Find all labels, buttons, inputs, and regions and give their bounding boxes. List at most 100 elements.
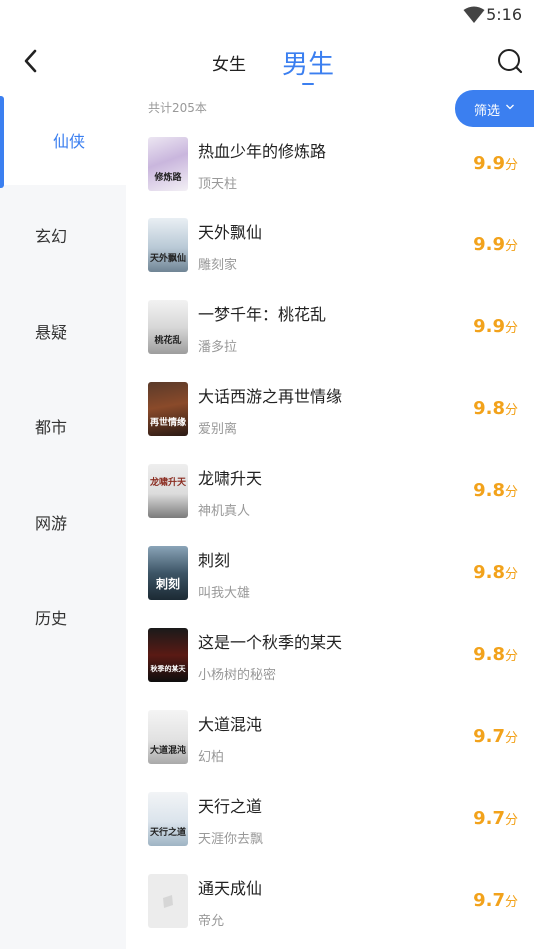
score-unit: 分 [504, 649, 518, 664]
status-bar: 5:16 [0, 0, 534, 30]
book-title: 通天成仙 [198, 879, 263, 898]
book-item[interactable]: 修炼路 热血少年的修炼路 顶天柱 9.9分 [126, 126, 534, 207]
score-value: 9.7 [473, 808, 505, 829]
active-tab-indicator [302, 83, 314, 85]
status-time: 5:16 [486, 5, 522, 24]
book-author: 小杨树的秘密 [198, 668, 277, 683]
book-cover-text: 天外飘仙 [149, 254, 186, 264]
category-sidebar: 仙侠 玄幻 悬疑 都市 网游 历史 [0, 90, 126, 949]
book-cover: 刺刻 [148, 546, 188, 600]
score-unit: 分 [504, 158, 518, 173]
top-nav: 女生 男生 [0, 30, 534, 90]
book-item[interactable]: 天外飘仙 天外飘仙 雕刻家 9.9分 [126, 207, 534, 288]
book-title: 大道混沌 [198, 715, 263, 734]
book-title: 这是一个秋季的某天 [198, 633, 343, 652]
back-icon[interactable] [18, 46, 44, 76]
chevron-down-icon [506, 104, 514, 110]
book-item[interactable]: 桃花乱 一梦千年：桃花乱 潘多拉 9.9分 [126, 289, 534, 370]
sidebar-item-label: 悬疑 [35, 323, 68, 342]
book-title: 天外飘仙 [198, 223, 263, 242]
book-item[interactable]: 天行之道 天行之道 天涯你去飘 9.7分 [126, 781, 534, 862]
score-value: 9.7 [473, 726, 505, 747]
book-cover [148, 874, 188, 928]
book-cover-text: 大道混沌 [149, 746, 186, 756]
book-title: 天行之道 [198, 797, 263, 816]
book-count: 共计205本 [148, 101, 207, 115]
book-title: 热血少年的修炼路 [198, 142, 327, 161]
active-category-indicator [0, 96, 4, 188]
score-unit: 分 [504, 321, 518, 336]
score-value: 9.9 [473, 234, 505, 255]
score-value: 9.9 [473, 153, 505, 174]
book-cover: 秋季的某天 [148, 628, 188, 682]
sidebar-item-label: 都市 [35, 418, 68, 437]
book-author: 雕刻家 [198, 258, 238, 273]
book-score: 9.9分 [473, 234, 518, 255]
book-item[interactable]: 再世情缘 大话西游之再世情缘 爱别离 9.8分 [126, 371, 534, 452]
book-author: 帝允 [198, 914, 225, 929]
book-item[interactable]: 龙啸升天 龙啸升天 神机真人 9.8分 [126, 453, 534, 534]
tab-female[interactable]: 女生 [212, 50, 246, 75]
book-cover-text: 桃花乱 [154, 336, 182, 346]
book-author: 顶天柱 [198, 177, 238, 192]
sidebar-item-xuanhuan[interactable]: 玄幻 [0, 185, 126, 280]
book-title: 刺刻 [198, 551, 231, 570]
book-item[interactable]: 通天成仙 帝允 9.7分 [126, 863, 534, 944]
book-score: 9.9分 [473, 153, 518, 174]
book-title: 龙啸升天 [198, 469, 263, 488]
book-author: 神机真人 [198, 504, 251, 519]
book-title: 大话西游之再世情缘 [198, 387, 343, 406]
book-cover: 桃花乱 [148, 300, 188, 354]
book-item[interactable]: 秋季的某天 这是一个秋季的某天 小杨树的秘密 9.8分 [126, 617, 534, 698]
book-cover: 修炼路 [148, 137, 188, 191]
book-author: 叫我大雄 [198, 586, 251, 601]
score-unit: 分 [504, 731, 518, 746]
book-item[interactable]: 大道混沌 大道混沌 幻柏 9.7分 [126, 699, 534, 780]
sidebar-item-label: 网游 [35, 514, 68, 533]
tab-male[interactable]: 男生 [282, 44, 334, 81]
score-value: 9.8 [473, 562, 505, 583]
book-cover: 再世情缘 [148, 382, 188, 436]
score-value: 9.7 [473, 890, 505, 911]
book-cover: 天外飘仙 [148, 218, 188, 272]
book-cover-text: 天行之道 [149, 828, 186, 838]
score-unit: 分 [504, 813, 518, 828]
wifi-icon [463, 6, 485, 23]
score-unit: 分 [504, 403, 518, 418]
book-cover-text: 再世情缘 [149, 418, 186, 428]
book-placeholder-icon [163, 895, 173, 908]
book-score: 9.7分 [473, 890, 518, 911]
book-score: 9.7分 [473, 726, 518, 747]
sidebar-item-lishi[interactable]: 历史 [0, 567, 126, 662]
score-value: 9.8 [473, 398, 505, 419]
search-icon[interactable] [497, 48, 523, 74]
book-score: 9.8分 [473, 644, 518, 665]
sidebar-item-xianxia[interactable]: 仙侠 [0, 90, 126, 188]
score-unit: 分 [504, 895, 518, 910]
book-score: 9.7分 [473, 808, 518, 829]
sidebar-item-label: 玄幻 [35, 227, 68, 246]
book-item[interactable]: 刺刻 刺刻 叫我大雄 9.8分 [126, 535, 534, 616]
book-cover: 龙啸升天 [148, 464, 188, 518]
score-unit: 分 [504, 239, 518, 254]
score-value: 9.8 [473, 480, 505, 501]
filter-button-label: 筛选 [474, 104, 501, 119]
sidebar-item-wangyou[interactable]: 网游 [0, 472, 126, 567]
filter-button[interactable]: 筛选 [455, 90, 534, 127]
book-author: 爱别离 [198, 422, 238, 437]
book-score: 9.8分 [473, 562, 518, 583]
book-author: 幻柏 [198, 750, 225, 765]
book-cover-text: 秋季的某天 [150, 664, 186, 673]
book-title: 一梦千年：桃花乱 [198, 305, 327, 324]
book-cover-text: 龙啸升天 [149, 478, 186, 488]
sidebar-item-xuanyi[interactable]: 悬疑 [0, 281, 126, 376]
sidebar-item-label: 仙侠 [53, 132, 86, 151]
score-unit: 分 [504, 485, 518, 500]
book-author: 天涯你去飘 [198, 832, 264, 847]
sidebar-item-dushi[interactable]: 都市 [0, 376, 126, 471]
score-value: 9.9 [473, 316, 505, 337]
score-value: 9.8 [473, 644, 505, 665]
book-cover: 大道混沌 [148, 710, 188, 764]
book-list-panel: 共计205本 筛选 修炼路 热血少年的修炼路 顶天柱 9.9分 天外飘仙 天外飘… [126, 90, 534, 949]
book-cover-text: 修炼路 [154, 173, 182, 183]
